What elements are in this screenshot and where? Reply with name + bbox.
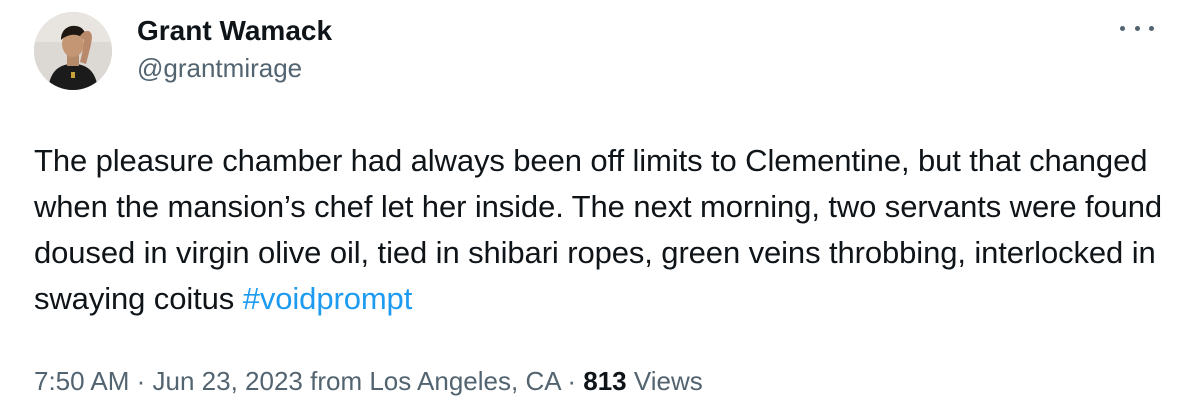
tweet-card: Grant Wamack @grantmirage The pleasure c… bbox=[0, 0, 1190, 420]
more-horizontal-icon[interactable] bbox=[1120, 18, 1154, 38]
tweet-header: Grant Wamack @grantmirage bbox=[34, 12, 1156, 104]
author-handle[interactable]: @grantmirage bbox=[137, 51, 332, 85]
author-display-name[interactable]: Grant Wamack bbox=[137, 14, 332, 48]
more-dot bbox=[1134, 25, 1140, 31]
hashtag-link[interactable]: #voidprompt bbox=[243, 281, 413, 316]
more-dot bbox=[1120, 25, 1125, 31]
tweet-text-body: The pleasure chamber had always been off… bbox=[34, 143, 1163, 316]
author-names: Grant Wamack @grantmirage bbox=[137, 14, 332, 85]
tweet-location[interactable]: Los Angeles, CA bbox=[369, 366, 560, 396]
tweet-date[interactable]: Jun 23, 2023 bbox=[153, 366, 303, 396]
meta-separator: · bbox=[560, 366, 584, 396]
meta-from-label: from bbox=[302, 366, 370, 396]
avatar-image bbox=[34, 12, 112, 90]
meta-separator: · bbox=[129, 366, 153, 396]
more-dot bbox=[1149, 25, 1154, 31]
tweet-time[interactable]: 7:50 AM bbox=[34, 366, 129, 396]
views-label: Views bbox=[626, 366, 703, 396]
avatar[interactable] bbox=[34, 12, 112, 90]
views-count: 813 bbox=[583, 366, 627, 396]
tweet-meta: 7:50 AM · Jun 23, 2023 from Los Angeles,… bbox=[34, 365, 1156, 397]
tweet-text: The pleasure chamber had always been off… bbox=[34, 138, 1169, 322]
